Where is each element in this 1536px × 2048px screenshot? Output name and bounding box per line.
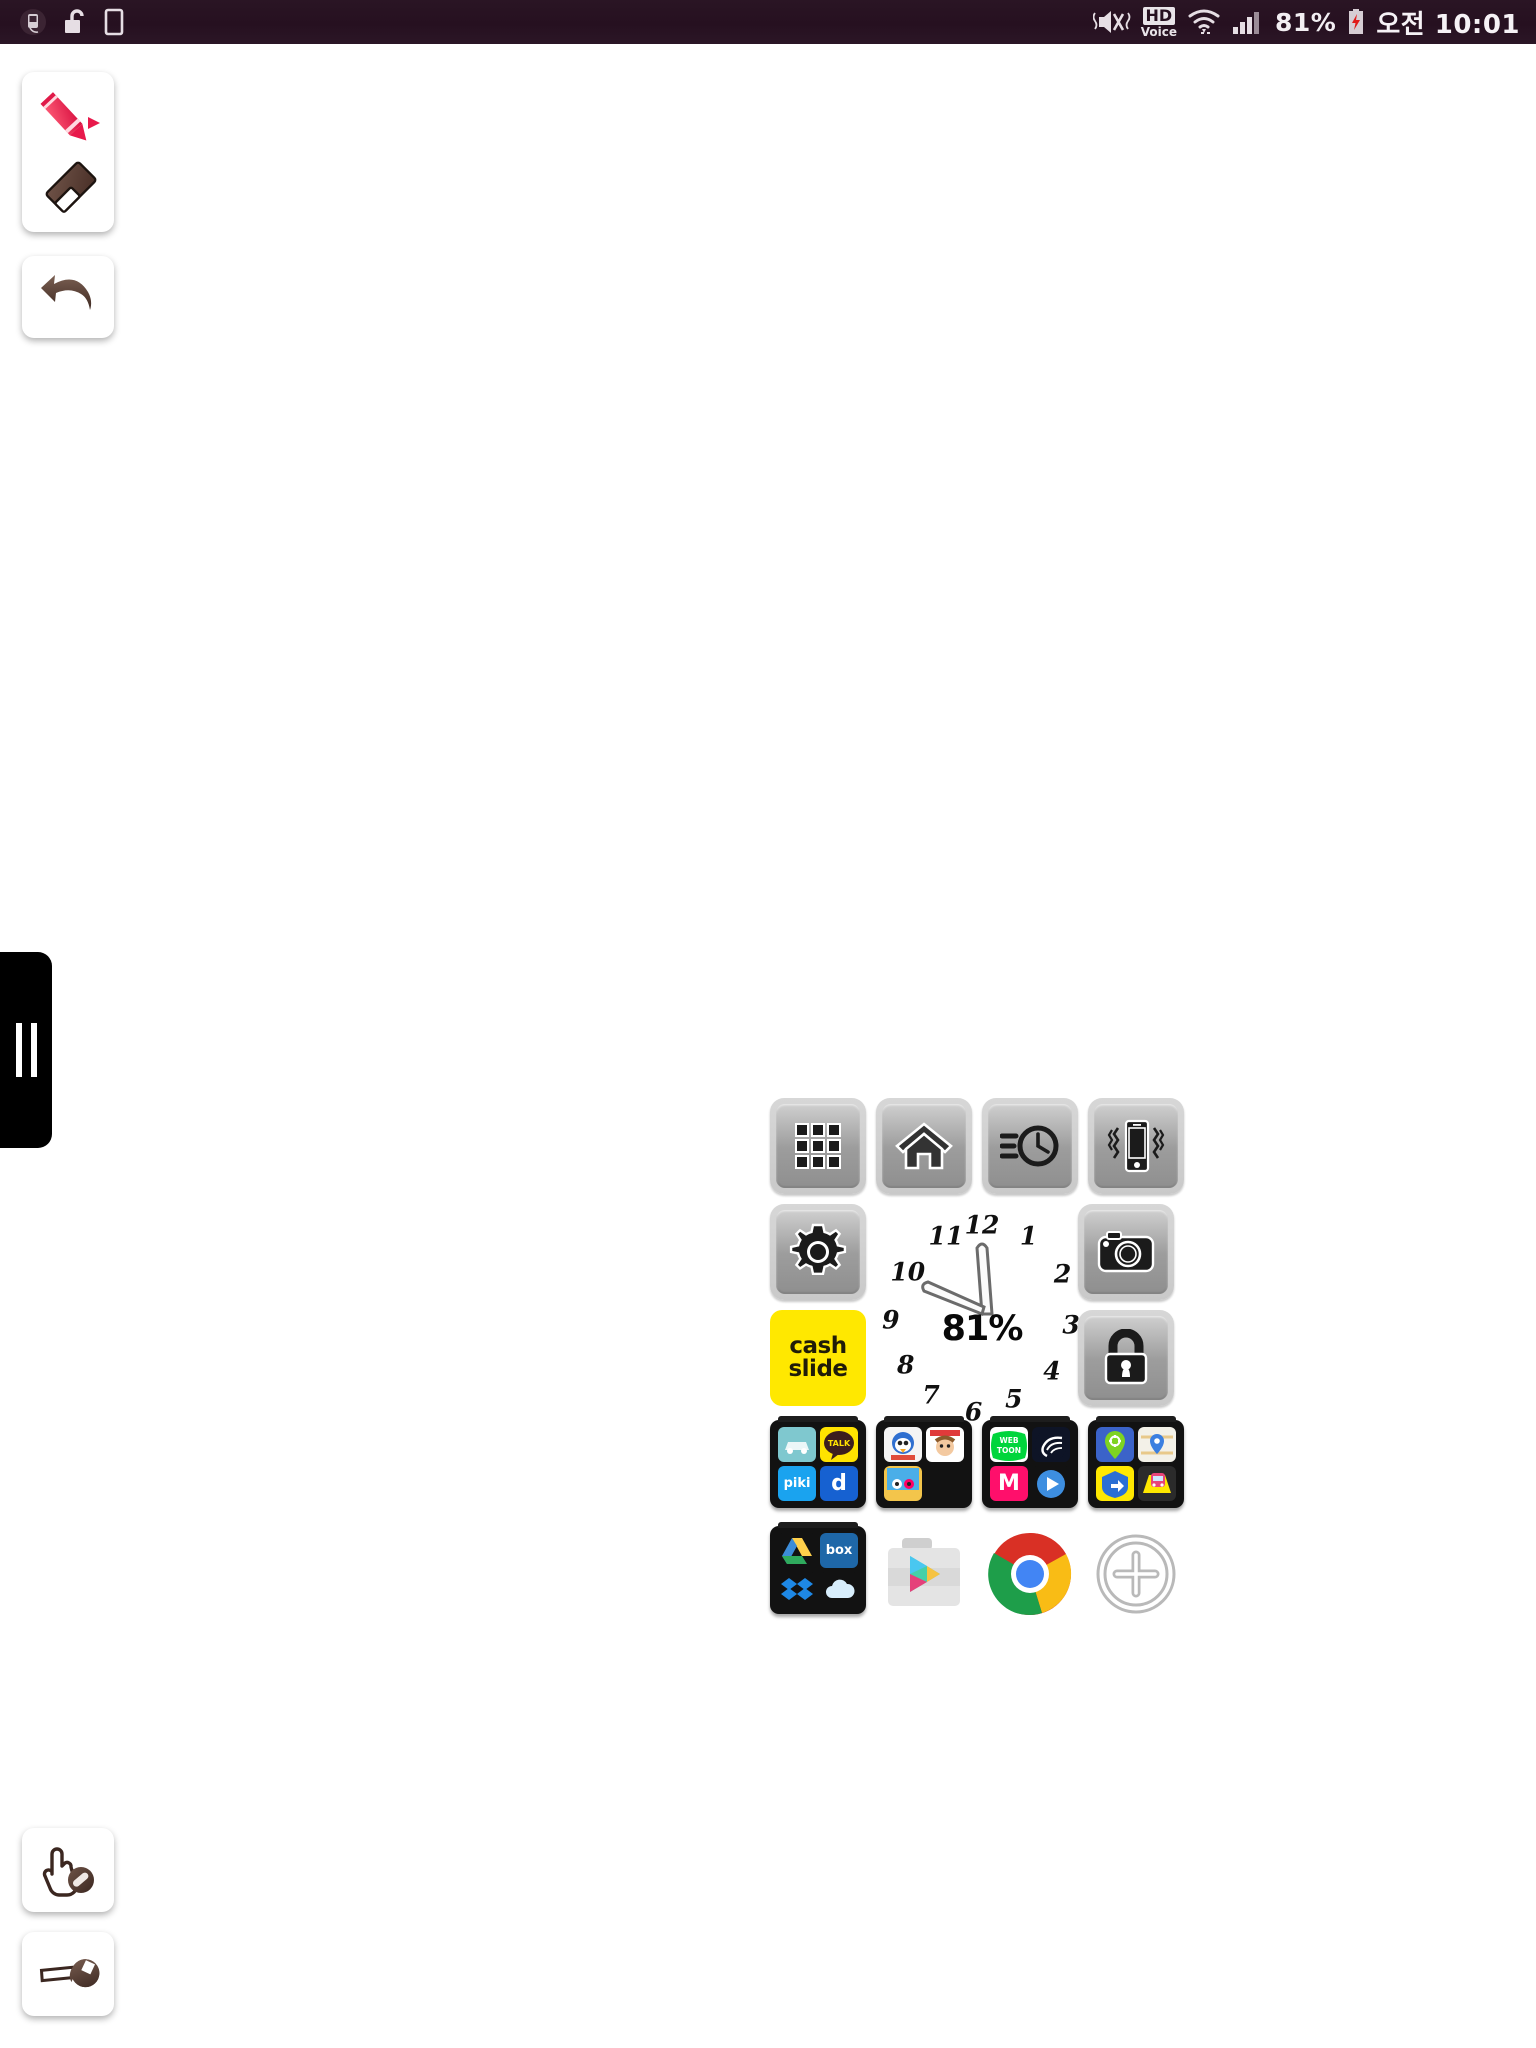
google-drive-icon[interactable] — [778, 1533, 816, 1568]
dark-swirl-icon[interactable] — [1032, 1427, 1070, 1462]
apps-grid-icon — [795, 1123, 841, 1169]
gear-icon — [789, 1223, 847, 1275]
widget-row-5: box — [770, 1522, 1184, 1622]
widget-row-4: TALK piki d WEB TOON M — [770, 1416, 1184, 1516]
play-store-icon — [888, 1538, 960, 1606]
home-icon — [895, 1122, 953, 1170]
hd-label: HD — [1142, 6, 1176, 25]
kakaotalk-icon[interactable]: TALK — [820, 1427, 858, 1462]
battery-percent-label: 81% — [1275, 7, 1337, 37]
chrome-button[interactable] — [982, 1526, 1078, 1622]
sdcard-icon — [20, 9, 46, 35]
widget-row-1 — [770, 1098, 1184, 1194]
svg-text:WEB: WEB — [999, 1436, 1018, 1445]
analog-clock-widget[interactable]: 12 1 2 3 4 5 6 7 8 9 10 11 81% — [876, 1208, 1088, 1426]
cashslide-button[interactable]: cash slide — [770, 1310, 866, 1406]
folder-media[interactable]: WEB TOON M — [982, 1416, 1078, 1516]
drawer-handle-bar — [30, 1023, 37, 1077]
padlock-icon — [1104, 1329, 1148, 1385]
status-bar-right-icons: HD Voice 81% 오전 10:01 — [1092, 4, 1536, 41]
battery-percent-on-clock: 81% — [941, 1308, 1024, 1349]
piki-icon[interactable]: piki — [778, 1466, 816, 1501]
app-drawer-button[interactable] — [770, 1098, 866, 1194]
status-bar[interactable]: HD Voice 81% 오전 10:01 — [0, 0, 1536, 44]
chrome-icon — [988, 1532, 1072, 1616]
vibrate-mute-icon — [1092, 11, 1131, 33]
melon-icon[interactable]: M — [990, 1466, 1028, 1501]
map-location-icon[interactable] — [1138, 1427, 1176, 1462]
voice-label: Voice — [1140, 24, 1177, 39]
hd-voice-indicator: HD Voice — [1140, 6, 1177, 39]
phone-vibrate-icon — [1107, 1119, 1165, 1173]
folder-kids[interactable] — [876, 1416, 972, 1516]
drawer-handle-bar — [15, 1023, 22, 1077]
cashslide-label-line2: slide — [788, 1356, 848, 1382]
folder-messaging[interactable]: TALK piki d — [770, 1416, 866, 1516]
screen-lock-button[interactable] — [1078, 1310, 1174, 1406]
add-circle-icon — [1096, 1534, 1176, 1614]
daum-icon[interactable]: d — [820, 1466, 858, 1501]
triangle-right-icon[interactable] — [84, 114, 104, 132]
add-item-button[interactable] — [1088, 1526, 1184, 1622]
naver-webtoon-icon[interactable]: WEB TOON — [990, 1427, 1028, 1462]
sim-card-icon — [104, 8, 124, 36]
empty-slot — [926, 1466, 964, 1501]
subway-icon[interactable] — [1138, 1466, 1176, 1501]
home-button[interactable] — [876, 1098, 972, 1194]
undo-panel[interactable] — [22, 256, 114, 338]
navigation-arrow-icon[interactable] — [1096, 1466, 1134, 1501]
speed-clock-icon — [1000, 1125, 1059, 1167]
kakao-drive-icon[interactable] — [778, 1427, 816, 1462]
kids-game-icon[interactable] — [884, 1466, 922, 1501]
camera-button[interactable] — [1078, 1204, 1174, 1300]
vibrate-button[interactable] — [1088, 1098, 1184, 1194]
eraser-icon — [45, 161, 97, 213]
folder-navigation[interactable] — [1088, 1416, 1184, 1516]
undo-arrow-icon — [41, 275, 92, 310]
settings-panel[interactable] — [22, 1932, 114, 2016]
cashslide-label-line1: cash — [789, 1332, 847, 1359]
unlock-icon — [65, 9, 84, 33]
onedrive-icon[interactable] — [820, 1572, 858, 1607]
kids-video-icon[interactable] — [926, 1427, 964, 1462]
battery-charging-icon — [1349, 9, 1364, 34]
camera-icon — [1097, 1231, 1155, 1273]
box-icon[interactable]: box — [820, 1533, 858, 1568]
settings-button[interactable] — [770, 1204, 866, 1300]
svg-text:TOON: TOON — [997, 1446, 1021, 1455]
folder-cloud[interactable]: box — [770, 1522, 866, 1622]
svg-text:TALK: TALK — [828, 1439, 851, 1448]
play-video-icon[interactable] — [1032, 1466, 1070, 1501]
recent-clock-button[interactable] — [982, 1098, 1078, 1194]
wrench-icon — [39, 1959, 100, 1988]
drawer-handle[interactable] — [0, 952, 52, 1148]
clock-label: 오전 10:01 — [1376, 9, 1520, 40]
map-pin-green-icon[interactable] — [1096, 1427, 1134, 1462]
cellular-signal-icon — [1233, 12, 1259, 34]
drawing-tools-panel — [22, 72, 114, 232]
touch-block-icon — [42, 1847, 94, 1897]
touch-lock-panel[interactable] — [22, 1828, 114, 1912]
play-store-button[interactable] — [876, 1526, 972, 1622]
eraser-tool-button[interactable] — [40, 156, 102, 223]
home-control-widget: cash slide 12 1 2 3 4 5 6 7 8 9 10 11 81… — [770, 1098, 1190, 1638]
status-bar-left-icons — [0, 7, 124, 37]
dropbox-icon[interactable] — [778, 1572, 816, 1607]
wifi-icon — [1188, 9, 1220, 34]
pororo-icon[interactable] — [884, 1427, 922, 1462]
